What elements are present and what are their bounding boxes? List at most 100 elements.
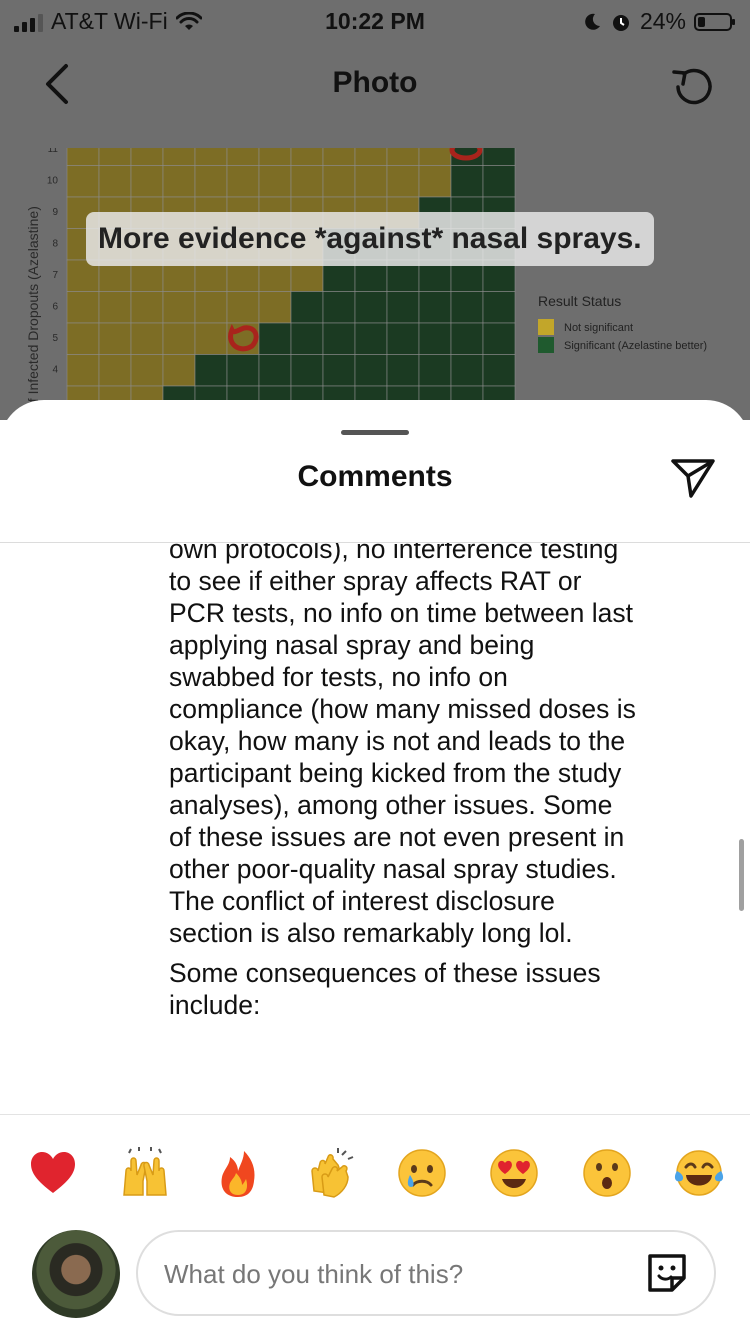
heatmap-cell	[98, 354, 132, 387]
photo-y-axis-label: of Infected Dropouts (Azelastine)	[25, 206, 41, 410]
heatmap-cell	[130, 148, 164, 166]
heatmap-cell	[162, 148, 196, 166]
status-right: 24%	[582, 8, 735, 35]
crying-face-icon	[398, 1149, 446, 1197]
heatmap-cell	[258, 291, 292, 324]
heatmap-cell	[482, 291, 516, 324]
heatmap-cell	[322, 148, 356, 166]
status-bar: AT&T Wi-Fi 10:22 PM 24%	[0, 0, 750, 40]
heatmap-cell	[66, 291, 100, 324]
photo-y-tick: 9	[52, 207, 58, 218]
heatmap-cell	[386, 354, 420, 387]
heatmap-cell	[322, 291, 356, 324]
scrollbar-thumb[interactable]	[739, 839, 744, 911]
photo-y-tick: 7	[52, 270, 58, 281]
clapping-hands-icon	[311, 1148, 354, 1198]
photo-heatmap-grid	[66, 148, 516, 418]
red-heart-icon	[31, 1152, 75, 1193]
heatmap-cell	[194, 148, 228, 166]
battery-icon	[694, 12, 735, 31]
heatmap-cell	[290, 291, 324, 324]
heatmap-cell	[258, 148, 292, 166]
sheet-grabber[interactable]	[341, 430, 409, 435]
heatmap-cell	[418, 165, 452, 198]
heatmap-cell	[130, 165, 164, 198]
heatmap-cell	[482, 165, 516, 198]
reaction-raising-hands[interactable]	[114, 1142, 176, 1204]
heatmap-cell	[354, 291, 388, 324]
raising-hands-icon	[123, 1147, 168, 1196]
quick-reactions-bar	[22, 1142, 730, 1204]
comments-title: Comments	[297, 460, 453, 493]
heatmap-cell	[226, 165, 260, 198]
heatmap-cell	[226, 354, 260, 387]
heatmap-cell	[130, 322, 164, 355]
photo-y-tick: 6	[52, 302, 58, 313]
alarm-icon	[612, 14, 629, 31]
photo-viewer-background: AT&T Wi-Fi 10:22 PM 24% Photo of Infecte…	[0, 0, 750, 420]
comment-input[interactable]	[162, 1232, 636, 1316]
heart-eyes-icon	[490, 1149, 539, 1197]
heatmap-cell	[194, 291, 228, 324]
reaction-divider	[0, 1114, 750, 1115]
share-send-icon[interactable]	[670, 456, 716, 500]
battery-fill	[698, 16, 705, 27]
heatmap-cell	[162, 291, 196, 324]
heatmap-cell	[66, 354, 100, 387]
heatmap-cell	[386, 322, 420, 355]
heatmap-cell	[66, 165, 100, 198]
heatmap-cell	[450, 291, 484, 324]
reaction-surprised-face[interactable]	[576, 1142, 638, 1204]
post-photo[interactable]: of Infected Dropouts (Azelastine) 11 10 9 8…	[0, 148, 750, 420]
heatmap-cell	[354, 322, 388, 355]
heatmap-cell	[418, 322, 452, 355]
heatmap-cell	[194, 354, 228, 387]
heatmap-cell	[354, 165, 388, 198]
heatmap-cell	[226, 148, 260, 166]
photo-y-tick: 4	[52, 365, 58, 376]
rotate-icon[interactable]	[668, 62, 718, 112]
heatmap-cell	[290, 322, 324, 355]
reaction-heart-eyes[interactable]	[483, 1142, 545, 1204]
heatmap-cell	[290, 148, 324, 166]
heatmap-cell	[162, 354, 196, 387]
reaction-fire[interactable]	[207, 1142, 269, 1204]
comment-input-container[interactable]	[136, 1230, 716, 1316]
heatmap-cell	[482, 354, 516, 387]
nav-bar: Photo	[0, 44, 750, 124]
legend-title: Result Status	[538, 293, 621, 309]
reaction-crying-face[interactable]	[391, 1142, 453, 1204]
heatmap-cell	[130, 291, 164, 324]
heatmap-cell	[258, 165, 292, 198]
photo-y-tick: 11	[48, 148, 59, 155]
heatmap-cell	[450, 354, 484, 387]
heatmap-cell	[450, 165, 484, 198]
heatmap-cell	[418, 291, 452, 324]
reaction-clapping-hands[interactable]	[299, 1142, 361, 1204]
heatmap-cell	[386, 148, 420, 166]
comment-composer	[0, 1226, 750, 1326]
comment-paragraph: own protocols), no interference testing …	[169, 543, 636, 948]
reaction-tears-of-joy[interactable]	[668, 1142, 730, 1204]
comments-list[interactable]: own protocols), no interference testing …	[0, 543, 750, 1113]
sticker-icon[interactable]	[644, 1250, 690, 1296]
heatmap-cell	[98, 165, 132, 198]
reaction-red-heart[interactable]	[22, 1142, 84, 1204]
comment-body: own protocols), no interference testing …	[169, 543, 639, 1029]
avatar[interactable]	[32, 1230, 120, 1318]
photo-y-tick: 8	[52, 239, 58, 250]
heatmap-cell	[162, 165, 196, 198]
comment-paragraph: Some consequences of these issues includ…	[169, 958, 601, 1020]
heatmap-cell	[418, 354, 452, 387]
heatmap-cell	[194, 322, 228, 355]
heatmap-cell	[354, 148, 388, 166]
legend-item-not-significant: Not significant	[564, 322, 633, 334]
heatmap-cell	[322, 165, 356, 198]
photo-caption: More evidence *against* nasal sprays.	[86, 212, 654, 266]
heatmap-cell	[418, 148, 452, 166]
battery-percent: 24%	[639, 8, 686, 34]
heatmap-cell	[258, 322, 292, 355]
tears-of-joy-icon	[674, 1150, 724, 1196]
photo-y-tick: 5	[52, 333, 58, 344]
surprised-face-icon	[582, 1149, 631, 1197]
